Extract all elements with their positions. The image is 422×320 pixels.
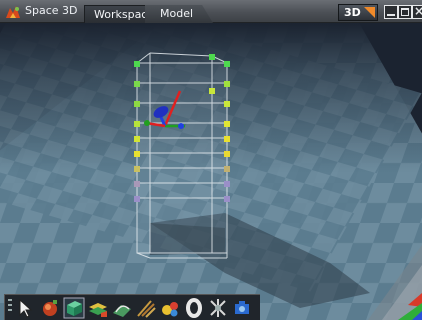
- path-tool-icon: [113, 305, 131, 317]
- scene-canvas: [0, 23, 422, 320]
- space3d-logo-icon: [6, 6, 20, 18]
- tab-workspace[interactable]: Workspace: [84, 5, 154, 23]
- 3d-viewport[interactable]: [0, 23, 422, 320]
- brush-tool-icon: [137, 300, 156, 318]
- ring-tool-button[interactable]: [183, 297, 205, 319]
- select-arrow-icon: [19, 298, 33, 318]
- brush-tool-button[interactable]: [135, 297, 157, 319]
- path-tool-button[interactable]: [111, 297, 133, 319]
- cube-tool-icon: [63, 297, 85, 319]
- tool-palette: [4, 294, 260, 320]
- title-bar: Space 3D Workspace Model 3D ×: [0, 0, 422, 23]
- close-icon: ×: [414, 4, 422, 18]
- camera-tool-button[interactable]: [231, 297, 253, 319]
- spheres-tool-button[interactable]: [159, 297, 181, 319]
- ring-tool-icon: [186, 298, 202, 318]
- layers-tool-button[interactable]: [87, 297, 109, 319]
- wireframe-object[interactable]: [136, 52, 228, 259]
- close-button[interactable]: ×: [412, 4, 422, 19]
- toolbar-grip-icon[interactable]: [7, 297, 13, 317]
- view-mode-label: 3D: [344, 6, 361, 19]
- space3d-window: Space 3D Workspace Model 3D ×: [0, 0, 422, 320]
- bones-tool-button[interactable]: [207, 297, 229, 319]
- spheres-tool-icon: [162, 302, 178, 317]
- layers-tool-icon: [89, 303, 107, 317]
- bones-tool-icon: [210, 299, 226, 317]
- maximize-button[interactable]: [398, 5, 412, 19]
- minimize-button[interactable]: [384, 5, 398, 19]
- camera-tool-icon: [235, 301, 249, 314]
- ball-tool-button[interactable]: [39, 297, 61, 319]
- tab-model[interactable]: Model: [145, 5, 213, 23]
- cube-tool-button[interactable]: [63, 297, 85, 319]
- view-mode-3d-button[interactable]: 3D: [338, 4, 378, 21]
- tab-model-label: Model: [160, 7, 194, 20]
- axis-orientation-widget[interactable]: [368, 245, 422, 320]
- select-tool-button[interactable]: [15, 297, 37, 319]
- ball-tool-icon: [43, 300, 57, 316]
- app-title: Space 3D: [25, 4, 78, 17]
- view-mode-flag-icon: [364, 7, 375, 18]
